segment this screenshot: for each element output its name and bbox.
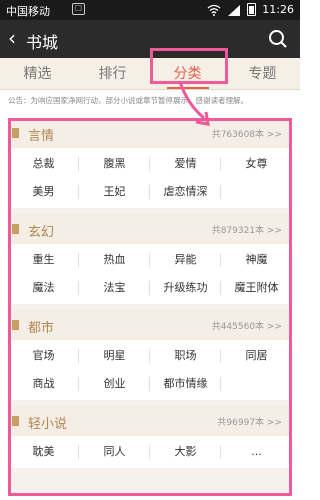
subcategory-item[interactable]: 都市情缘 (150, 370, 221, 398)
category-section: 都市 共445560本 >> 官场 明星 职场 同居商战 创业 都市情缘 (8, 310, 292, 400)
subcategory-item[interactable]: 同人 (79, 438, 150, 466)
subcategory-item[interactable]: 爱情 (150, 150, 221, 178)
category-section: 言情 共763608本 >> 总裁 腹黑 爱情 女尊美男 王妃 虐恋情深 (8, 118, 292, 208)
subcategory-item[interactable]: 总裁 (8, 150, 79, 178)
battery-icon (247, 3, 257, 16)
subcategory-item[interactable]: 虐恋情深 (150, 178, 221, 206)
category-marker-icon (12, 128, 19, 138)
subcategory-grid: 总裁 腹黑 爱情 女尊美男 王妃 虐恋情深 (8, 148, 292, 208)
subcategory-grid: 耽美 同人 大影... (8, 436, 292, 468)
category-count[interactable]: 共763608本 >> (212, 127, 282, 140)
subcategory-item[interactable]: 魔王附体 (221, 274, 292, 302)
subcategory-item[interactable]: 美男 (8, 178, 79, 206)
category-section: 玄幻 共879321本 >> 重生 热血 异能 神魔魔法 法宝 升级练功 魔王附体 (8, 214, 292, 304)
category-section: 轻小说 共96997本 >> 耽美 同人 大影... (8, 406, 292, 468)
subcategory-item[interactable]: 升级练功 (150, 274, 221, 302)
subcategory-item[interactable]: 魔法 (8, 274, 79, 302)
subcategory-item[interactable]: 女尊 (221, 150, 292, 178)
category-name: 玄幻 (28, 225, 55, 240)
subcategory-item[interactable]: 创业 (79, 370, 150, 398)
subcategory-item[interactable]: 大影 (150, 438, 221, 466)
category-name: 轻小说 (28, 417, 68, 432)
category-header[interactable]: 都市 共445560本 >> (8, 310, 292, 340)
subcategory-item[interactable]: 法宝 (79, 274, 150, 302)
category-count[interactable]: 共96997本 >> (217, 415, 282, 428)
category-header[interactable]: 言情 共763608本 >> (8, 118, 292, 148)
status-bar: 中国移动 ☐ 11:26 (0, 0, 300, 20)
cell-signal-icon (228, 4, 241, 16)
category-header[interactable]: 轻小说 共96997本 >> (8, 406, 292, 436)
category-marker-icon (12, 416, 19, 426)
subcategory-item[interactable]: 耽美 (8, 438, 79, 466)
category-count[interactable]: 共879321本 >> (212, 223, 282, 236)
notice-text: 公告：为响应国家净网行动，部分小说或章节暂停展示，感谢读者理解。 (8, 96, 248, 105)
notification-icon: ☐ (72, 3, 85, 15)
subcategory-item[interactable]: ... (221, 438, 292, 466)
subcategory-grid: 官场 明星 职场 同居商战 创业 都市情缘 (8, 340, 292, 400)
back-icon[interactable]: ‹ (8, 27, 16, 49)
subcategory-grid: 重生 热血 异能 神魔魔法 法宝 升级练功 魔王附体 (8, 244, 292, 304)
clock: 11:26 (262, 3, 294, 16)
subcategory-item[interactable]: 热血 (79, 246, 150, 274)
tab-topics[interactable]: 专题 (225, 58, 300, 89)
tab-ranking[interactable]: 排行 (75, 58, 150, 89)
subcategory-item[interactable]: 商战 (8, 370, 79, 398)
tab-featured[interactable]: 精选 (0, 58, 75, 89)
category-count[interactable]: 共445560本 >> (212, 319, 282, 332)
category-name: 都市 (28, 321, 55, 336)
status-icons: 11:26 (207, 3, 294, 16)
subcategory-item[interactable]: 腹黑 (79, 150, 150, 178)
search-icon[interactable] (268, 29, 288, 49)
subcategory-item[interactable]: 神魔 (221, 246, 292, 274)
subcategory-item[interactable]: 官场 (8, 342, 79, 370)
category-marker-icon (12, 224, 19, 234)
category-list[interactable]: 言情 共763608本 >> 总裁 腹黑 爱情 女尊美男 王妃 虐恋情深玄幻 共879321本 … (8, 118, 292, 496)
subcategory-item[interactable]: 重生 (8, 246, 79, 274)
subcategory-item[interactable]: 职场 (150, 342, 221, 370)
carrier-label: 中国移动 (6, 5, 50, 18)
subcategory-item[interactable]: 王妃 (79, 178, 150, 206)
page-title: 书城 (26, 33, 59, 52)
wifi-icon (207, 4, 221, 16)
subcategory-item[interactable]: 同居 (221, 342, 292, 370)
category-marker-icon (12, 320, 19, 330)
subcategory-item[interactable]: 异能 (150, 246, 221, 274)
subcategory-item[interactable]: 明星 (79, 342, 150, 370)
category-header[interactable]: 玄幻 共879321本 >> (8, 214, 292, 244)
annotation-arrow (178, 81, 210, 126)
tab-highlight-box (150, 48, 228, 84)
category-name: 言情 (28, 129, 55, 144)
